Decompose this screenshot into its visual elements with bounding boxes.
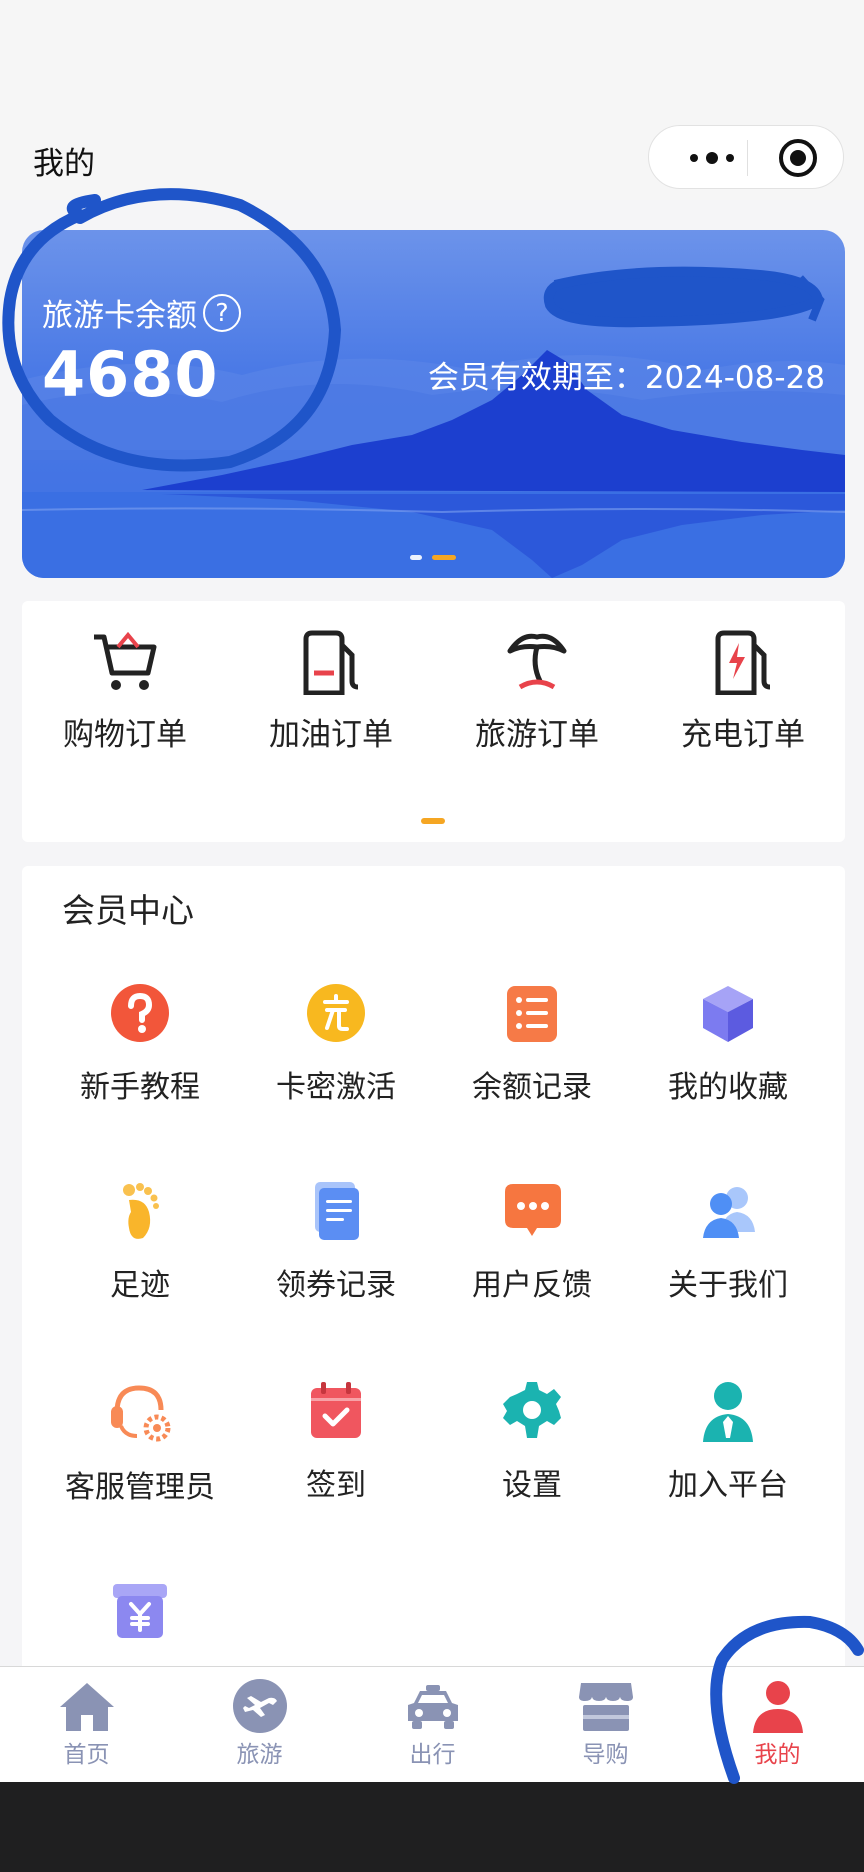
menu-item-about-us[interactable]: 关于我们 xyxy=(630,1180,826,1304)
profile-icon xyxy=(752,1681,803,1733)
yen-box-icon xyxy=(113,1584,167,1638)
menu-item-label: 设置 xyxy=(502,1468,562,1503)
cube-icon xyxy=(703,986,753,1042)
order-label: 充电订单 xyxy=(681,717,805,753)
menu-item-label: 客服管理员 xyxy=(65,1470,215,1505)
menu-item-label: 领券记录 xyxy=(276,1268,396,1303)
menu-item-settings[interactable]: 设置 xyxy=(434,1380,630,1504)
palm-island-icon xyxy=(507,633,567,690)
menu-item-label: 余额记录 xyxy=(472,1070,592,1105)
shopping-cart-icon xyxy=(94,631,157,690)
menu-item-footprint[interactable]: 足迹 xyxy=(42,1180,238,1304)
membership-card-banner[interactable]: 旅游卡余额 ? 4680 会员有效期至：2024-08-28 xyxy=(22,230,845,578)
tab-label: 首页 xyxy=(63,1742,110,1768)
footprint-icon xyxy=(123,1183,159,1239)
menu-item-coupon-record[interactable]: 领券记录 xyxy=(238,1180,434,1304)
gear-icon xyxy=(503,1382,561,1438)
tab-label: 旅游 xyxy=(236,1742,283,1768)
travel-orders[interactable]: 旅游订单 xyxy=(434,629,640,754)
carousel-indicator-1 xyxy=(410,555,422,560)
order-label: 购物订单 xyxy=(63,717,187,753)
tab-shopping-guide[interactable]: 导购 xyxy=(519,1679,692,1769)
carousel-indicator-2 xyxy=(432,555,456,560)
recharge-icon xyxy=(307,984,365,1042)
menu-item-join-platform[interactable]: 加入平台 xyxy=(630,1380,826,1504)
help-icon[interactable]: ? xyxy=(203,293,241,332)
menu-item-label: 卡密激活 xyxy=(276,1070,396,1105)
more-icon[interactable] xyxy=(677,126,747,190)
question-icon xyxy=(111,984,169,1042)
menu-item-balance-record[interactable]: 余额记录 xyxy=(434,982,630,1106)
menu-item-favorites[interactable]: 我的收藏 xyxy=(630,982,826,1106)
orders-panel: 购物订单 加油订单 旅游订单 充电订单 xyxy=(22,601,845,842)
headset-gear-icon xyxy=(111,1385,171,1442)
mini-program-capsule xyxy=(648,125,844,189)
car-icon xyxy=(407,1685,458,1729)
menu-item-yen-box[interactable] xyxy=(42,1580,238,1660)
shopping-orders[interactable]: 购物订单 xyxy=(22,629,228,754)
orders-page-indicator xyxy=(421,818,445,824)
balance-label: 旅游卡余额 ? xyxy=(42,290,241,335)
chat-bubble-icon xyxy=(505,1184,561,1236)
member-center-title: 会员中心 xyxy=(62,891,194,930)
menu-item-tutorial[interactable]: 新手教程 xyxy=(42,982,238,1106)
menu-item-check-in[interactable]: 签到 xyxy=(238,1380,434,1504)
bottom-tab-bar: 首页 旅游 出行 导购 我的 xyxy=(0,1666,864,1782)
airplane-icon xyxy=(232,1679,287,1733)
fuel-orders[interactable]: 加油订单 xyxy=(228,629,434,754)
person-tie-icon xyxy=(703,1382,753,1442)
membership-expiry: 会员有效期至：2024-08-28 xyxy=(427,360,825,396)
menu-item-feedback[interactable]: 用户反馈 xyxy=(434,1180,630,1304)
menu-item-label: 加入平台 xyxy=(668,1468,788,1503)
order-label: 加油订单 xyxy=(269,717,393,753)
tab-transport[interactable]: 出行 xyxy=(346,1679,519,1769)
capsule-divider xyxy=(747,140,748,176)
balance-label-text: 旅游卡余额 xyxy=(42,298,197,334)
document-icon xyxy=(315,1182,359,1240)
tab-home[interactable]: 首页 xyxy=(0,1679,173,1769)
users-icon xyxy=(703,1187,755,1238)
menu-item-label: 我的收藏 xyxy=(668,1070,788,1105)
close-mini-program-icon[interactable] xyxy=(779,139,817,177)
system-navigation-bar xyxy=(0,1782,864,1872)
page-title: 我的 xyxy=(33,146,95,182)
store-icon xyxy=(578,1683,633,1731)
menu-item-label: 关于我们 xyxy=(668,1268,788,1303)
tab-profile[interactable]: 我的 xyxy=(691,1679,864,1769)
calendar-check-icon xyxy=(311,1382,361,1438)
charging-orders[interactable]: 充电订单 xyxy=(640,629,846,754)
list-icon xyxy=(507,986,557,1042)
tab-label: 出行 xyxy=(409,1742,456,1768)
menu-item-card-activation[interactable]: 卡密激活 xyxy=(238,982,434,1106)
balance-value: 4680 xyxy=(42,338,219,411)
navigation-bar: 我的 xyxy=(0,0,864,200)
charging-station-icon xyxy=(715,630,771,695)
tab-label: 我的 xyxy=(754,1742,801,1768)
menu-item-customer-service[interactable]: 客服管理员 xyxy=(42,1380,238,1506)
tab-label: 导购 xyxy=(582,1742,629,1768)
menu-item-label: 用户反馈 xyxy=(472,1268,592,1303)
home-icon xyxy=(59,1683,114,1731)
order-label: 旅游订单 xyxy=(475,717,599,753)
menu-item-label: 签到 xyxy=(306,1468,366,1503)
menu-item-label: 足迹 xyxy=(110,1268,170,1303)
fuel-pump-icon xyxy=(303,630,359,695)
tab-travel[interactable]: 旅游 xyxy=(173,1679,346,1769)
menu-item-label: 新手教程 xyxy=(80,1070,200,1105)
